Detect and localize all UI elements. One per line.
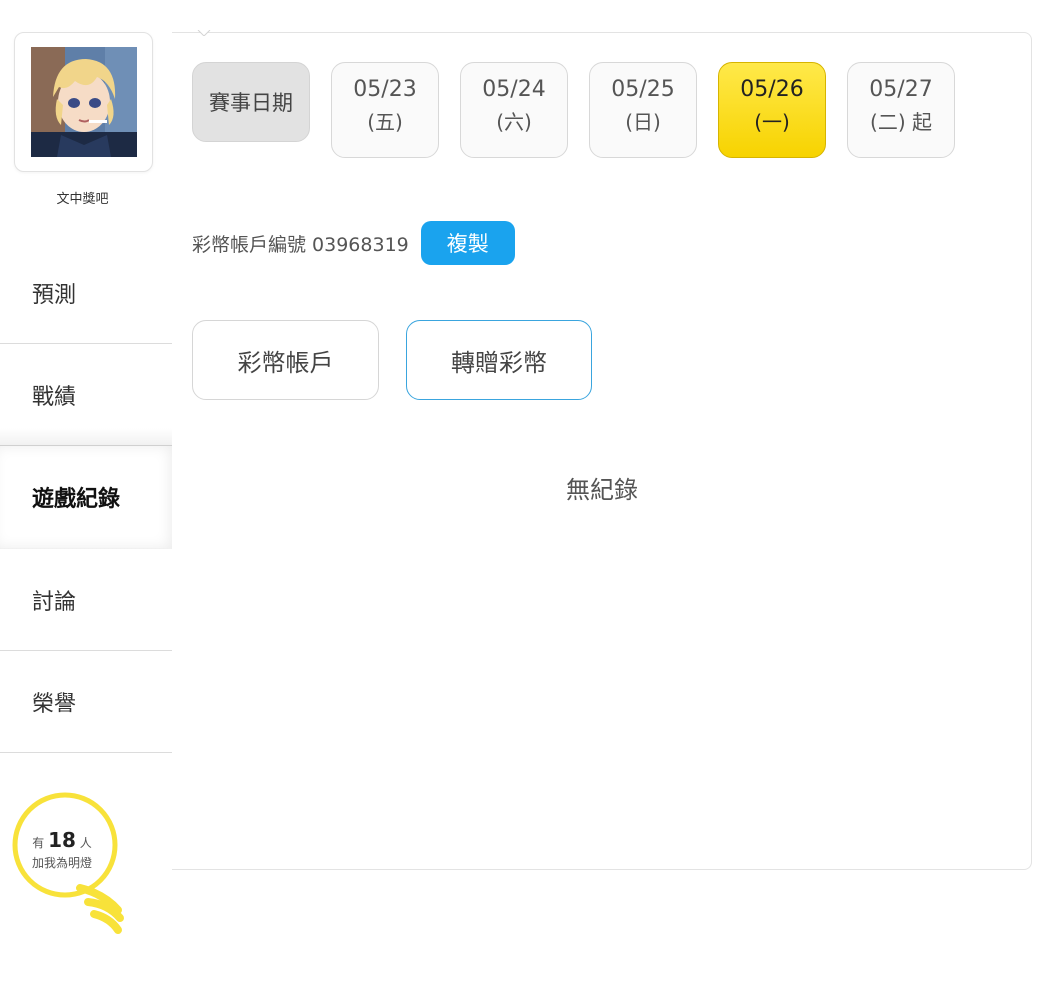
empty-state-message: 無紀錄 — [566, 476, 638, 504]
nav-item-discussion[interactable]: 討論 — [0, 549, 172, 651]
avatar — [31, 47, 137, 157]
avatar-illustration — [31, 47, 137, 157]
date-button-0525[interactable]: 05/25 (日) — [589, 62, 697, 158]
date-text: 05/27 — [869, 77, 933, 102]
nav-item-label: 榮譽 — [32, 691, 77, 717]
follower-count: 有 18 人 加我為明燈 — [12, 830, 112, 873]
tab-coin-account[interactable]: 彩幣帳戶 — [192, 320, 379, 400]
nav-item-label: 預測 — [32, 282, 77, 308]
date-text: 05/26 — [740, 77, 804, 102]
account-number-row: 彩幣帳戶編號 03968319 複製 — [192, 220, 515, 266]
tab-label: 轉贈彩幣 — [451, 348, 547, 377]
date-button-0524[interactable]: 05/24 (六) — [460, 62, 568, 158]
date-text: 05/24 — [482, 77, 546, 102]
follower-suffix: 人 — [79, 836, 92, 850]
weekday-text: (日) — [625, 110, 661, 134]
nav-item-predict[interactable]: 預測 — [0, 242, 172, 344]
weekday-text: (五) — [367, 110, 403, 134]
date-filter-label: 賽事日期 — [192, 62, 310, 142]
date-text: 05/25 — [611, 77, 675, 102]
nav-item-label: 遊戲紀錄 — [32, 487, 121, 512]
date-text: 05/23 — [353, 77, 417, 102]
date-button-0523[interactable]: 05/23 (五) — [331, 62, 439, 158]
sidebar: 文中獎吧 預測 戰績 遊戲紀錄 討論 榮譽 有 18 人 加我為明燈 — [0, 0, 176, 1000]
account-number-label: 彩幣帳戶編號 03968319 — [192, 233, 409, 256]
nav-item-honor[interactable]: 榮譽 — [0, 651, 172, 753]
date-filter-label-text: 賽事日期 — [209, 91, 293, 115]
tab-transfer-coin[interactable]: 轉贈彩幣 — [406, 320, 592, 400]
weekday-text: (六) — [496, 110, 532, 134]
username: 文中獎吧 — [56, 192, 109, 207]
tab-label: 彩幣帳戶 — [237, 348, 334, 377]
nav-item-label: 討論 — [32, 589, 77, 615]
panel-notch — [197, 30, 211, 36]
follower-caption: 加我為明燈 — [31, 856, 92, 870]
copy-button[interactable]: 複製 — [420, 221, 515, 265]
follower-number: 18 — [48, 828, 76, 852]
weekday-text: (二) 起 — [870, 110, 932, 134]
date-button-0527[interactable]: 05/27 (二) 起 — [847, 62, 955, 158]
nav-shadow — [0, 428, 172, 446]
date-button-0526[interactable]: 05/26 (一) — [718, 62, 826, 158]
nav-item-label: 戰績 — [32, 384, 77, 410]
follower-prefix: 有 — [32, 836, 45, 850]
avatar-card[interactable] — [14, 32, 153, 172]
weekday-text: (一) — [754, 110, 790, 134]
nav-item-game-history[interactable]: 遊戲紀錄 — [0, 446, 176, 548]
